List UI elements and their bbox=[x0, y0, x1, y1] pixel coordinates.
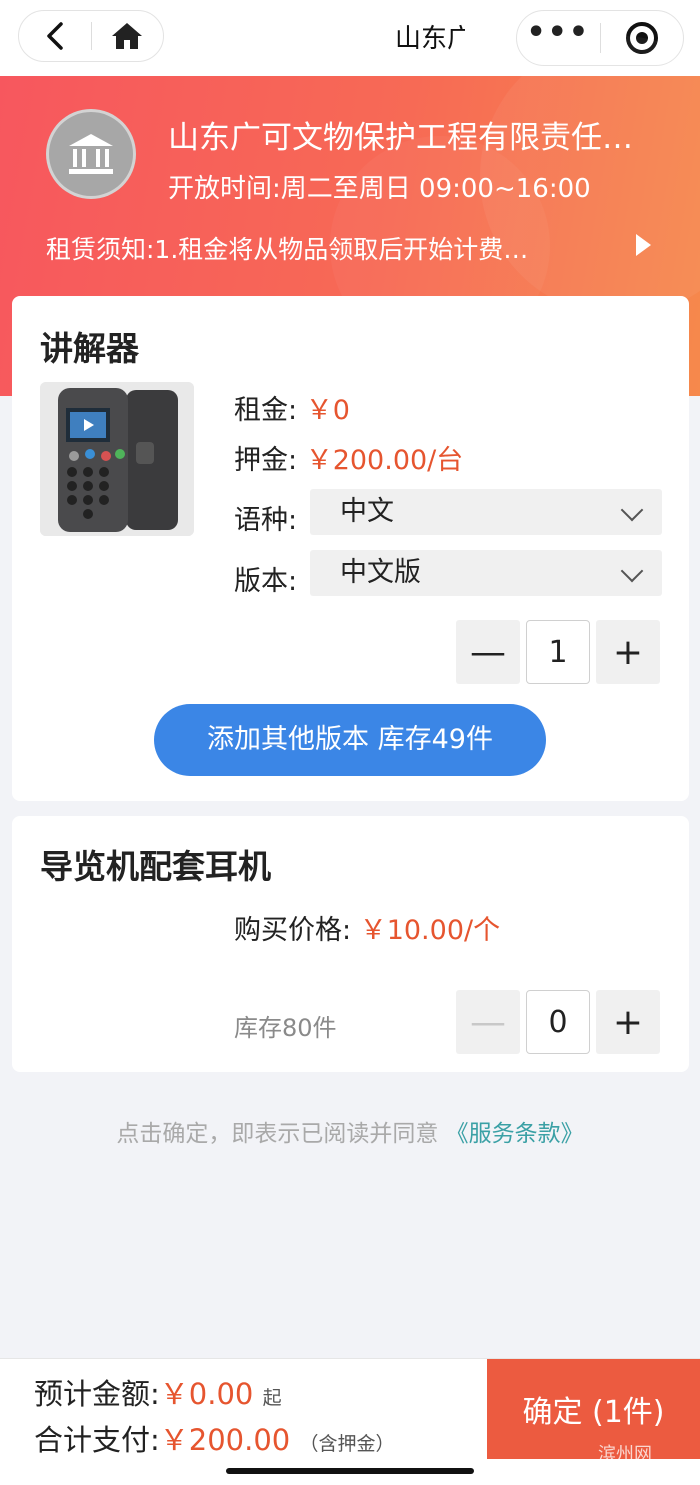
museum-icon bbox=[69, 134, 113, 174]
stock-text: 库存80件 bbox=[234, 1014, 337, 1042]
audio-guide-image bbox=[40, 382, 194, 536]
version-label: 版本: bbox=[234, 566, 298, 597]
total-row: 合计支付:￥200.00 （含押金） bbox=[34, 1423, 395, 1457]
language-value: 中文 bbox=[340, 496, 394, 527]
quantity-stepper: — 0 + bbox=[456, 990, 660, 1054]
decrease-button[interactable]: — bbox=[456, 990, 520, 1054]
home-icon bbox=[112, 23, 143, 49]
home-indicator bbox=[226, 1468, 474, 1474]
price-value: ￥10.00/个 bbox=[359, 915, 501, 946]
deposit-value: ￥200.00/台 bbox=[305, 445, 464, 476]
estimate-row: 预计金额:￥0.00 起 bbox=[34, 1377, 282, 1411]
confirm-button[interactable]: 确定 (1件) bbox=[487, 1359, 700, 1459]
language-label: 语种: bbox=[234, 505, 298, 536]
rent-label: 租金: bbox=[234, 395, 298, 426]
back-button[interactable] bbox=[19, 11, 91, 61]
card-title: 讲解器 bbox=[40, 329, 139, 368]
increase-button[interactable]: + bbox=[596, 620, 660, 684]
card-title: 导览机配套耳机 bbox=[40, 847, 271, 886]
play-arrow-icon[interactable] bbox=[636, 234, 651, 256]
chevron-down-icon bbox=[620, 559, 644, 583]
estimate-amount: ￥0.00 bbox=[159, 1377, 254, 1411]
quantity-input[interactable]: 1 bbox=[526, 620, 590, 684]
chevron-down-icon bbox=[620, 498, 644, 522]
page-title: 山东广 bbox=[395, 24, 465, 54]
venue-name: 山东广可文物保护工程有限责任公司 bbox=[168, 120, 648, 156]
agreement-text: 点击确定，即表示已阅读并同意 《服务条款》 bbox=[116, 1121, 584, 1147]
watermark: 滨州网 bbox=[598, 1444, 652, 1465]
rent-value: ￥0 bbox=[305, 395, 350, 426]
decrease-button[interactable]: — bbox=[456, 620, 520, 684]
audio-guide-card: 讲解器 租金: ￥0 押金: ￥200.00/台 语种: 中文 版本: 中文版 … bbox=[12, 296, 689, 801]
headphones-card: 导览机配套耳机 购买价格: ￥10.00/个 库存80件 — 0 + bbox=[12, 816, 689, 1072]
add-version-button[interactable]: 添加其他版本 库存49件 bbox=[154, 704, 546, 776]
version-value: 中文版 bbox=[340, 557, 421, 588]
deposit-label: 押金: bbox=[234, 445, 298, 476]
museum-avatar bbox=[46, 109, 136, 199]
price-label: 购买价格: bbox=[234, 915, 352, 946]
quantity-input[interactable]: 0 bbox=[526, 990, 590, 1054]
increase-button[interactable]: + bbox=[596, 990, 660, 1054]
rental-notice[interactable]: 租赁须知:1.租金将从物品领取后开始计费… bbox=[46, 230, 606, 266]
nav-capsule bbox=[18, 10, 164, 62]
opening-hours: 开放时间:周二至周日 09:00~16:00 bbox=[168, 174, 591, 204]
rent-row: 租金: ￥0 bbox=[234, 388, 350, 427]
checkout-bar: 预计金额:￥0.00 起 合计支付:￥200.00 （含押金） 确定 (1件) bbox=[0, 1358, 700, 1485]
deposit-row: 押金: ￥200.00/台 bbox=[234, 438, 463, 477]
home-button[interactable] bbox=[92, 11, 164, 61]
terms-link[interactable]: 《服务条款》 bbox=[446, 1121, 584, 1147]
language-select[interactable]: 中文 bbox=[310, 489, 662, 535]
chevron-left-icon bbox=[47, 22, 63, 50]
total-amount: ￥200.00 bbox=[159, 1423, 291, 1457]
quantity-stepper: — 1 + bbox=[456, 620, 660, 684]
version-select[interactable]: 中文版 bbox=[310, 550, 662, 596]
purchase-price-row: 购买价格: ￥10.00/个 bbox=[234, 908, 500, 947]
